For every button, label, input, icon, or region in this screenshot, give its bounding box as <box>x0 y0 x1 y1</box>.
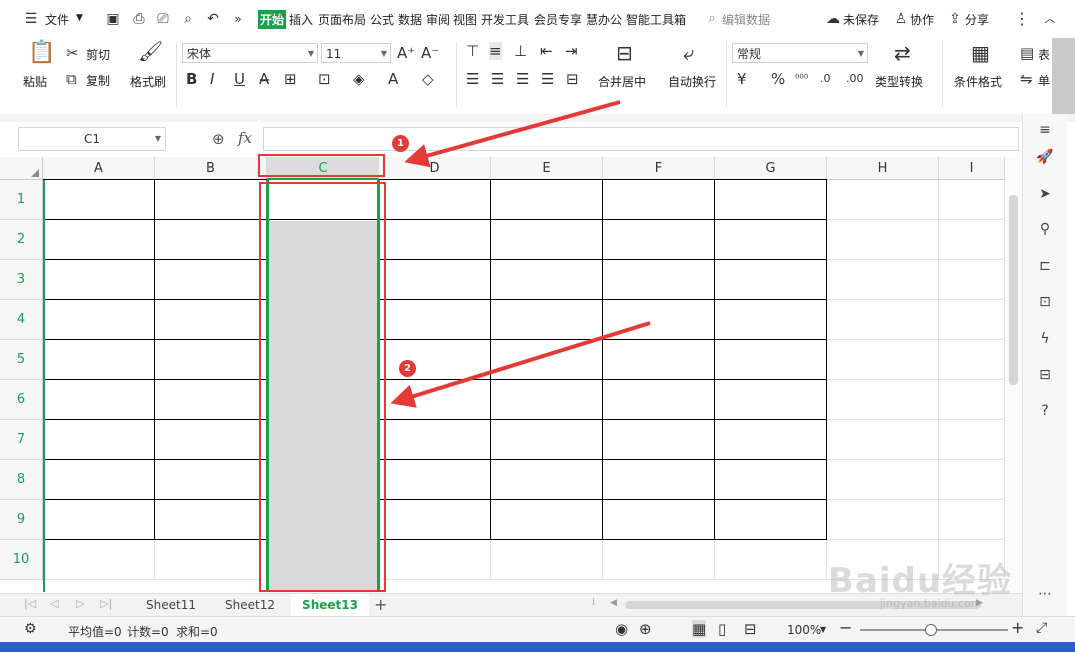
eye-protection-icon[interactable]: ◉ <box>615 620 628 638</box>
zoom-out-icon[interactable]: − <box>839 618 852 637</box>
fullscreen-icon[interactable]: ⤢ <box>1036 620 1047 636</box>
zoom-in-icon[interactable]: + <box>1011 618 1024 637</box>
wps-spreadsheet-window: ☰ 文件 ▼ ▣ ⎙ ⎚ ⌕ ↶ » 开始 插入 页面布局 公式 数据 审阅 视… <box>0 0 1075 652</box>
more-icon[interactable]: ⋯ <box>1035 584 1055 604</box>
right-side-panel: ≡ 🚀 ➤ ⚲ ⊏ ⊡ ϟ ⊟ ? ⋯ <box>1022 114 1067 616</box>
status-count: 计数=0 <box>127 625 169 639</box>
scroll-left-icon[interactable]: ◀ <box>610 598 617 608</box>
page-layout-view-icon[interactable]: ▯ <box>718 620 726 638</box>
sheet-tab-sheet13[interactable]: Sheet13 <box>291 594 369 616</box>
chevron-down-icon[interactable]: ▼ <box>820 625 826 634</box>
first-sheet-icon[interactable]: |◁ <box>24 597 36 610</box>
status-average: 平均值=0 <box>68 625 122 639</box>
annotation-arrow-2 <box>390 321 651 408</box>
sheet-tab-sheet11[interactable]: Sheet11 <box>133 594 209 616</box>
normal-view-icon[interactable]: ▦ <box>692 620 707 638</box>
prev-sheet-icon[interactable]: ◁ <box>50 597 58 610</box>
lightning-icon[interactable]: ϟ <box>1035 329 1055 349</box>
macro-icon[interactable]: ⚙ <box>24 621 37 637</box>
read-mode-icon[interactable]: ⊕ <box>639 620 652 638</box>
taskbar-edge <box>0 642 1075 652</box>
page-break-view-icon[interactable]: ⊟ <box>744 620 757 638</box>
watermark-url: jingyan.baidu.com <box>880 597 982 610</box>
next-sheet-icon[interactable]: ▷ <box>76 597 84 610</box>
add-sheet-icon[interactable]: + <box>374 595 387 614</box>
adjust-icon[interactable]: ⚲ <box>1035 219 1055 239</box>
watermark-logo: Baidu经验 <box>828 561 1013 601</box>
zoom-level[interactable]: 100% <box>787 623 821 637</box>
sheet-tab-sheet12[interactable]: Sheet12 <box>212 594 288 616</box>
data-tool-icon[interactable]: ⊡ <box>1035 292 1055 312</box>
rocket-icon[interactable]: 🚀 <box>1035 147 1055 167</box>
help-icon[interactable]: ? <box>1035 401 1055 421</box>
panel-handle-icon[interactable]: ≡ <box>1035 120 1055 140</box>
cursor-icon[interactable]: ➤ <box>1035 184 1055 204</box>
status-bar: ⚙ 平均值=0 计数=0 求和=0 ◉ ⊕ ▦ ▯ ⊟ 100% ▼ − + ⤢ <box>0 616 1075 643</box>
crop-icon[interactable]: ⊏ <box>1035 256 1055 276</box>
last-sheet-icon[interactable]: ▷| <box>100 597 112 610</box>
annotation-arrow-1 <box>404 100 621 168</box>
book-search-icon[interactable]: ⊟ <box>1035 365 1055 385</box>
zoom-slider-handle[interactable] <box>925 624 937 636</box>
status-sum: 求和=0 <box>176 625 218 639</box>
splitter-icon[interactable]: ⁞ <box>592 597 595 608</box>
